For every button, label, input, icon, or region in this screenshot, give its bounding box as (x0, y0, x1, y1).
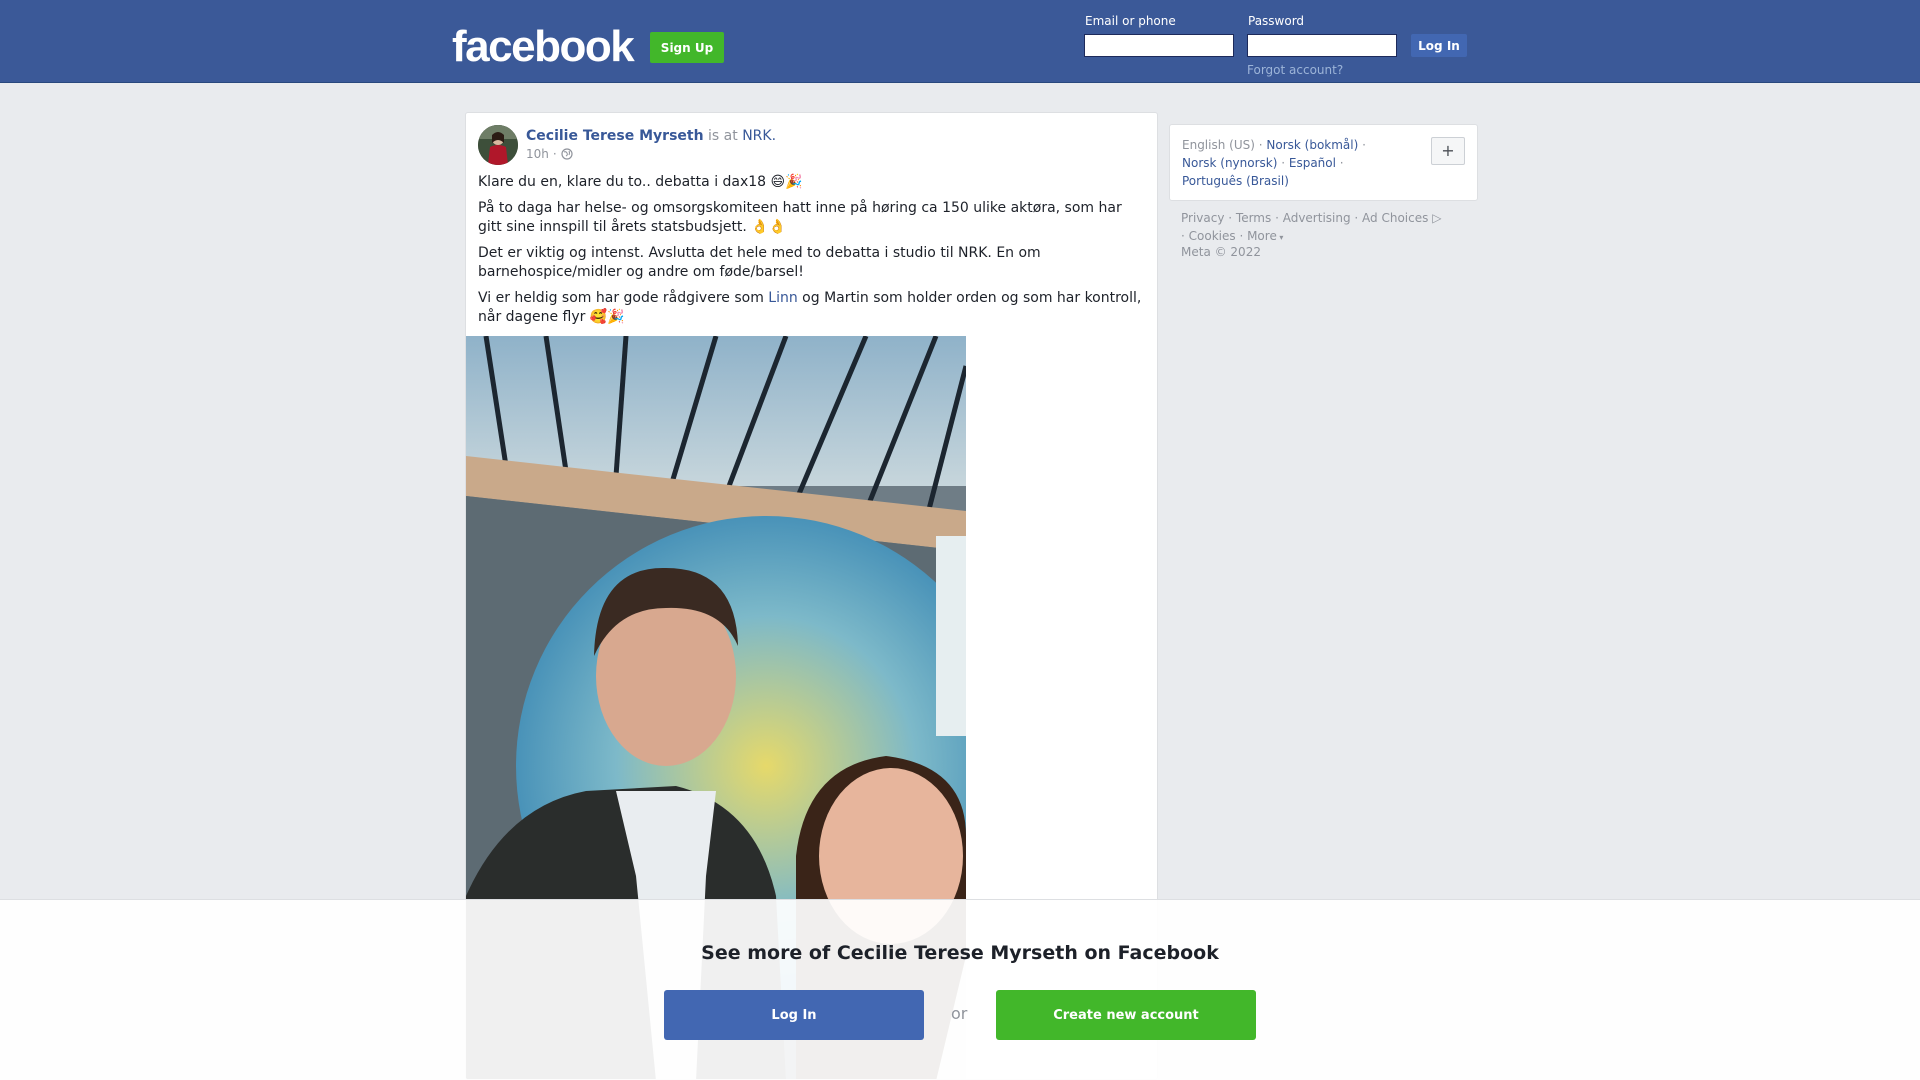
separator: · (1335, 156, 1344, 170)
caret-down-icon: ▾ (1276, 233, 1284, 242)
is-at-text: is at (708, 128, 738, 144)
footer-advertising-link[interactable]: Advertising (1283, 211, 1351, 225)
author-avatar[interactable] (478, 125, 518, 165)
separator: · (1358, 138, 1366, 152)
place-link[interactable]: NRK. (742, 128, 776, 144)
overlay-or-text: or (951, 1004, 968, 1023)
language-espanol[interactable]: Español (1289, 156, 1336, 170)
more-languages-button[interactable]: + (1431, 137, 1465, 165)
footer-cookies-link[interactable]: Cookies (1189, 229, 1236, 243)
footer-more-link[interactable]: More (1247, 229, 1277, 243)
sign-up-button[interactable]: Sign Up (650, 32, 724, 63)
post-paragraph: Vi er heldig som har gode rådgivere som … (478, 289, 1148, 327)
post-text-fragment: Vi er heldig som har gode rådgivere som (478, 290, 769, 306)
separator: · (1254, 138, 1267, 152)
separator: · (1271, 211, 1283, 225)
copyright: Meta © 2022 (1181, 245, 1261, 259)
separator: · (1224, 211, 1236, 225)
post-meta: 10h · (526, 147, 573, 161)
language-norsk-bokmal[interactable]: Norsk (bokmål) (1266, 138, 1358, 152)
post-header: Cecilie Terese Myrseth is at NRK. (526, 128, 776, 144)
language-current: English (US) (1182, 138, 1255, 152)
meta-dot: · (552, 147, 557, 161)
post-paragraph: Klare du en, klare du to.. debatta i dax… (478, 174, 803, 190)
overlay-title: See more of Cecilie Terese Myrseth on Fa… (701, 942, 1219, 964)
forgot-account-link[interactable]: Forgot account? (1247, 63, 1343, 77)
language-list: English (US) · Norsk (bokmål) · Norsk (n… (1182, 136, 1432, 190)
top-bar: facebook Sign Up Email or phone Password… (0, 0, 1920, 83)
language-portugues-brasil[interactable]: Português (Brasil) (1182, 174, 1289, 188)
tagged-person-link[interactable]: Linn (768, 290, 797, 306)
create-new-account-button[interactable]: Create new account (996, 990, 1256, 1040)
post-paragraph: Det er viktig og intenst. Avslutta det h… (478, 245, 1041, 280)
email-label: Email or phone (1085, 14, 1176, 28)
language-norsk-nynorsk[interactable]: Norsk (nynorsk) (1182, 156, 1277, 170)
separator: · (1181, 229, 1189, 243)
footer-ad-choices-link[interactable]: Ad Choices (1362, 211, 1428, 225)
footer-terms-link[interactable]: Terms (1236, 211, 1271, 225)
separator: · (1350, 211, 1363, 225)
post-time[interactable]: 10h (526, 147, 549, 161)
post-paragraph: På to daga har helse- og omsorgskomiteen… (478, 200, 1122, 235)
separator: · (1277, 156, 1289, 170)
separator: · (1235, 229, 1248, 243)
overlay-log-in-button[interactable]: Log In (664, 990, 924, 1040)
footer-links: Privacy · Terms · Advertising · Ad Choic… (1181, 209, 1481, 247)
author-name[interactable]: Cecilie Terese Myrseth (526, 128, 704, 144)
facebook-logo[interactable]: facebook (452, 22, 635, 72)
ad-choices-icon: ▷ (1428, 211, 1442, 225)
footer-privacy-link[interactable]: Privacy (1181, 211, 1224, 225)
language-selector: English (US) · Norsk (bokmål) · Norsk (n… (1169, 124, 1478, 201)
password-input[interactable] (1247, 34, 1397, 57)
login-overlay: See more of Cecilie Terese Myrseth on Fa… (0, 899, 1920, 1080)
log-in-button[interactable]: Log In (1411, 34, 1467, 57)
email-input[interactable] (1084, 34, 1234, 57)
globe-icon[interactable] (561, 148, 573, 160)
post-body: Klare du en, klare du to.. debatta i dax… (478, 173, 1148, 334)
password-label: Password (1248, 14, 1305, 28)
